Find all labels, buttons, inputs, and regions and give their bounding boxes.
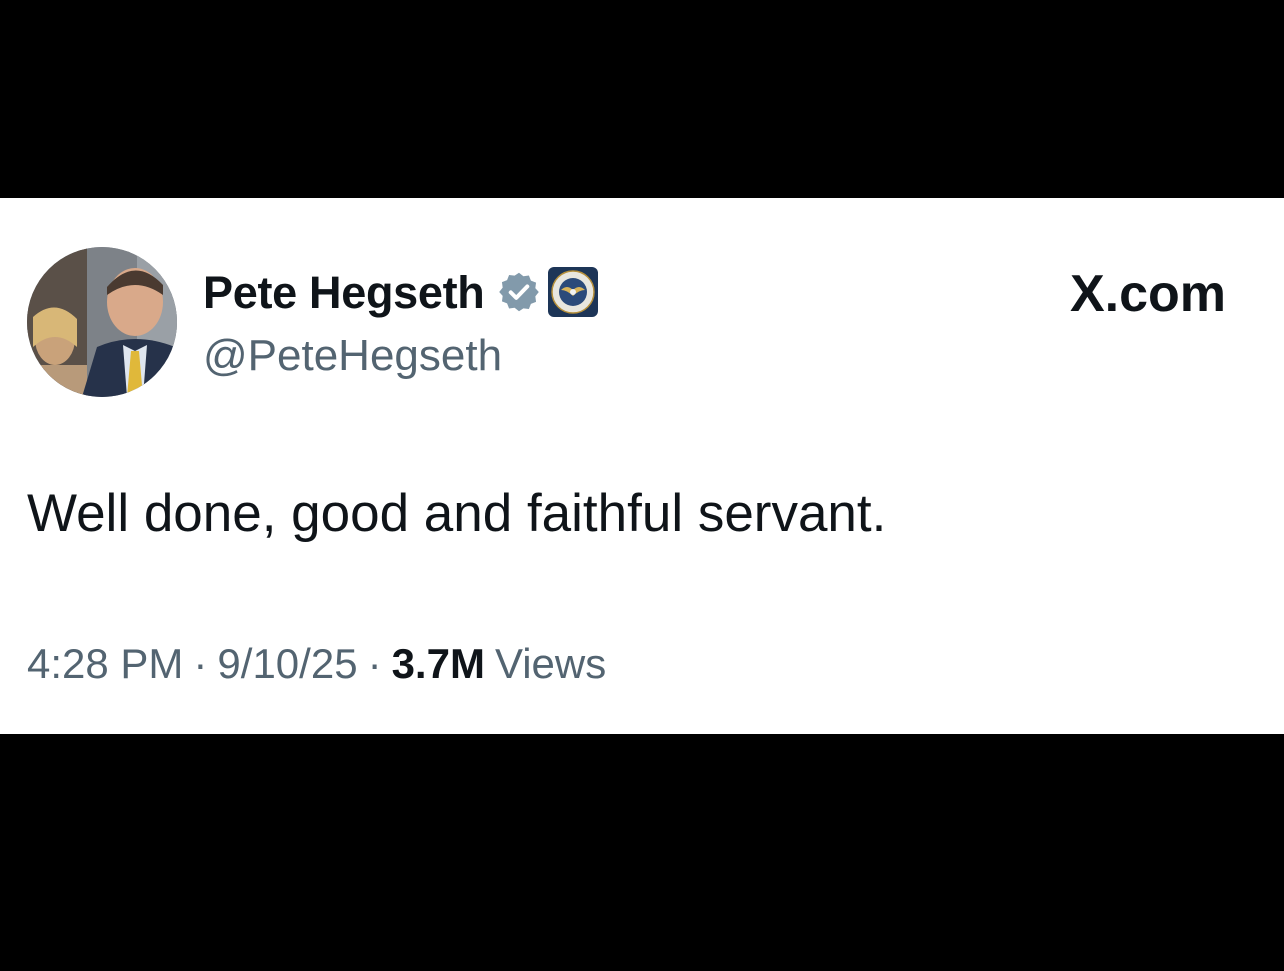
tweet-time[interactable]: 4:28 PM xyxy=(27,643,183,685)
top-black-band xyxy=(0,0,1284,198)
bottom-black-band xyxy=(0,734,1284,971)
display-name[interactable]: Pete Hegseth xyxy=(203,270,485,315)
tweet-text: Well done, good and faithful servant. xyxy=(27,484,887,543)
tweet-card: Pete Hegseth @PeteHegseth X.com Well don… xyxy=(0,198,1284,734)
verified-badge-icon xyxy=(497,270,541,314)
meta-separator: · xyxy=(193,640,208,687)
department-seal-icon[interactable] xyxy=(547,266,599,318)
meta-separator: · xyxy=(367,640,382,687)
author-handle[interactable]: @PeteHegseth xyxy=(203,334,502,378)
tweet-date[interactable]: 9/10/25 xyxy=(217,643,357,685)
avatar-photo xyxy=(27,247,177,397)
views-label: Views xyxy=(494,640,607,687)
tweet-meta: 4:28 PM · 9/10/25 · 3.7M Views xyxy=(27,643,606,685)
brand-wordmark: X.com xyxy=(1070,268,1226,320)
author-name-row: Pete Hegseth xyxy=(203,262,599,322)
views-count: 3.7M xyxy=(391,640,485,687)
brand-text: X.com xyxy=(1069,265,1226,323)
avatar[interactable] xyxy=(27,247,177,397)
